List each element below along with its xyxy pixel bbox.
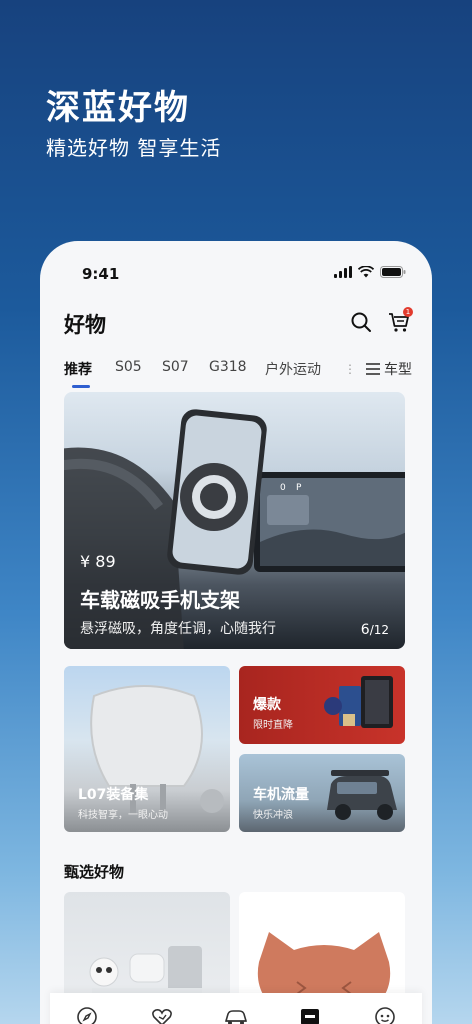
- promo-title: 深蓝好物: [46, 88, 190, 128]
- nav-store[interactable]: [295, 1002, 325, 1024]
- hero-pager-current: 6: [360, 622, 370, 638]
- status-icons: [334, 266, 406, 278]
- store-icon: [301, 1009, 320, 1024]
- card-hot-title: 爆款: [253, 697, 281, 713]
- cart-button[interactable]: 1: [388, 307, 413, 337]
- cart-badge: 1: [403, 307, 413, 317]
- screen-gear: P: [296, 483, 302, 493]
- wifi-icon: [358, 266, 374, 278]
- tab-g318[interactable]: G318: [209, 359, 247, 375]
- nav-car[interactable]: [221, 1002, 251, 1024]
- card-l07-title: L07装备集: [78, 787, 149, 803]
- page-title: 好物: [64, 313, 106, 337]
- card-data-plan[interactable]: 车机流量 快乐冲浪: [239, 754, 405, 832]
- heart-hand-icon: [151, 1009, 172, 1024]
- status-time: 9:41: [82, 265, 120, 283]
- card-hot-subtitle: 限时直降: [253, 720, 293, 731]
- page-header: 好物 1: [64, 307, 413, 341]
- section-title-selected: 甄选好物: [64, 863, 125, 881]
- tab-s05[interactable]: S05: [115, 359, 142, 375]
- nav-profile[interactable]: [370, 1002, 400, 1024]
- category-tabs: 推荐 S05 S07 G318 户外运动 ⋮ 车型: [64, 357, 412, 393]
- hero-product-desc: 悬浮磁吸，角度任调，心随我行: [80, 621, 276, 637]
- tab-outdoor[interactable]: 户外运动: [265, 359, 321, 379]
- hero-product-name: 车载磁吸手机支架: [80, 588, 240, 612]
- discover-icon: [77, 1007, 97, 1024]
- status-bar: 9:41: [40, 241, 432, 301]
- hero-pager: 6/12: [361, 622, 389, 638]
- card-flow-title: 车机流量: [253, 787, 309, 803]
- menu-icon: [366, 363, 380, 375]
- battery-icon: [380, 266, 406, 278]
- tab-recommend[interactable]: 推荐: [64, 359, 92, 379]
- bottom-nav: [50, 993, 422, 1024]
- tab-car-model-label: 车型: [384, 362, 412, 378]
- card-l07-gear[interactable]: L07装备集 科技智享，一眼心动: [64, 666, 230, 832]
- promo-subtitle: 精选好物 智享生活: [46, 136, 222, 160]
- screen-speed: 0: [280, 483, 286, 493]
- search-icon[interactable]: [350, 311, 372, 333]
- hero-banner[interactable]: 0 P ¥ 89 车载磁吸手机支架 悬浮磁吸，角度任调，心随我行 6/12: [64, 392, 405, 649]
- tab-car-model[interactable]: ⋮ 车型: [344, 359, 412, 379]
- tab-active-indicator: [72, 385, 90, 388]
- nav-community[interactable]: [147, 1002, 177, 1024]
- nav-discover[interactable]: [72, 1002, 102, 1024]
- car-icon: [224, 1010, 248, 1024]
- card-l07-subtitle: 科技智享，一眼心动: [78, 810, 168, 821]
- hero-price: ¥ 89: [80, 552, 116, 571]
- hero-pager-total: /12: [369, 623, 389, 637]
- profile-icon: [374, 1007, 395, 1024]
- dots-divider-icon: ⋮: [344, 362, 356, 376]
- signal-icon: [334, 266, 352, 278]
- tab-s07[interactable]: S07: [162, 359, 189, 375]
- card-hot-deals[interactable]: 爆款 限时直降: [239, 666, 405, 744]
- card-flow-subtitle: 快乐冲浪: [253, 810, 293, 821]
- phone-screen: 9:41 好物 1 推荐 S05 S07 G318 户外运动 ⋮ 车型 0 P …: [40, 241, 432, 1024]
